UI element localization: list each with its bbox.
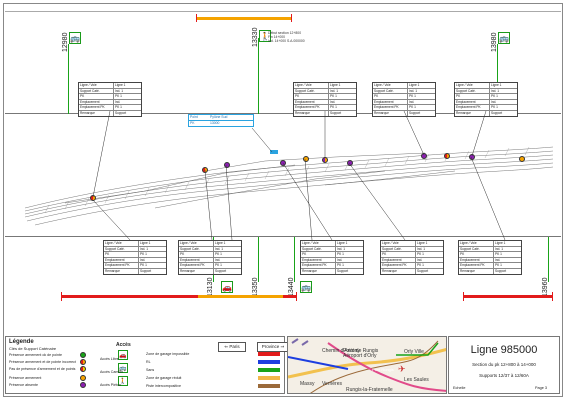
support-info-table[interactable]: Ligne / Voie Ligne 1 Support Caté. Ind. 1 … — [380, 240, 444, 275]
bottom-zone-bar-cap — [552, 292, 553, 301]
bottom-zone-bar-red-far — [463, 295, 553, 298]
bus-icon[interactable]: 🚌 — [300, 281, 312, 293]
zone-row: Zone de garage impossible — [146, 352, 190, 356]
map-label: Pont Rungis — [372, 367, 394, 372]
zone-swatch-red — [258, 352, 280, 356]
bottom-zone-bar-cap — [463, 292, 464, 301]
airplane-icon: ✈ — [398, 364, 406, 374]
zone-row: RL — [146, 360, 151, 364]
zone-swatch-orange — [258, 376, 280, 380]
next-button[interactable]: Province ⇒ — [257, 342, 289, 352]
arrow-left-icon: ⇐ — [224, 344, 229, 349]
support-info-table[interactable]: Ligne / Voie Ligne 1 Support Caté. Ind. 1 … — [458, 240, 522, 275]
map-label: Verrières — [322, 381, 343, 387]
section-text: Section du pk 12+800 à 14+000 — [472, 362, 536, 367]
legend-swatch-green — [80, 352, 86, 358]
bottom-zone-bar-cap — [61, 292, 62, 301]
acces-row: Accès Camion — [100, 370, 124, 374]
legend-swatch-orange — [80, 375, 86, 381]
legend-swatch-purple — [80, 382, 86, 388]
map-label: Massy — [300, 381, 315, 387]
legend-row: Présence absente — [9, 383, 38, 387]
prev-button[interactable]: ⇐ Paris — [218, 342, 246, 352]
acces-row: Accès Libre — [100, 357, 119, 361]
location-map[interactable]: Chemin d'Antony Point de Rungis Aéroport… — [287, 336, 447, 394]
zone-row: Piste intercompositive — [146, 384, 181, 388]
legend-swatch-red-orange — [80, 359, 86, 365]
legend-subtitle: Clés de Support Caténaire — [9, 346, 57, 351]
legend-row: Présence armement ok de pointe — [9, 353, 62, 357]
support-info-table[interactable]: Ligne / Voie Ligne 1 Support Caté. Ind. 1 … — [178, 240, 242, 275]
legend-row: Présence armement et de pointe incorrect — [9, 360, 76, 364]
acces-title: Accès — [116, 342, 131, 348]
line-title: Ligne 985000 — [470, 344, 538, 356]
zone-swatch-blue — [258, 360, 280, 364]
bottom-zone-bar-cap — [296, 292, 297, 301]
zone-row: Zone de garage réduit — [146, 376, 182, 380]
legend-title: Légende — [9, 339, 34, 345]
supports-text: Supports 12/37 à 12/60A — [479, 373, 529, 378]
support-info-table[interactable]: Ligne / Voie Ligne 1 Support Caté. Ind. 1 … — [103, 240, 167, 275]
car-icon[interactable]: 🚗 — [221, 281, 233, 293]
zone-row: Sans — [146, 368, 155, 372]
title-block: Ligne 985000 Section du pk 12+800 à 14+0… — [448, 336, 560, 394]
map-label: Les Saules — [404, 377, 429, 383]
support-info-table[interactable]: Ligne / Voie Ligne 1 Support Caté. Ind. 1 … — [300, 240, 364, 275]
map-label: Orly Ville — [404, 349, 424, 355]
echelle-text: Echelle — [453, 386, 466, 390]
car-icon: 🚗 — [118, 350, 128, 360]
arrow-right-icon: ⇒ — [280, 344, 285, 349]
bottom-zone-bar-orange — [198, 295, 283, 298]
zone-swatch-brown — [258, 384, 280, 388]
legend-row: Pas de présence d'armement et de points — [9, 367, 76, 371]
map-label: Rungis-la-Fraternelle — [346, 387, 393, 393]
acces-row: Accès Piéton — [100, 383, 121, 387]
map-label: Point de Rungis Aéroport d'Orly — [343, 348, 379, 359]
bottom-zone-bar-red-right — [283, 295, 297, 298]
zone-swatch-green — [258, 368, 280, 372]
page-number: Page 3 — [535, 386, 548, 390]
legend-swatch-yellow-red — [80, 366, 86, 372]
legend-row: Présence armement — [9, 376, 42, 380]
bottom-zone-bar-red-left — [61, 295, 198, 298]
